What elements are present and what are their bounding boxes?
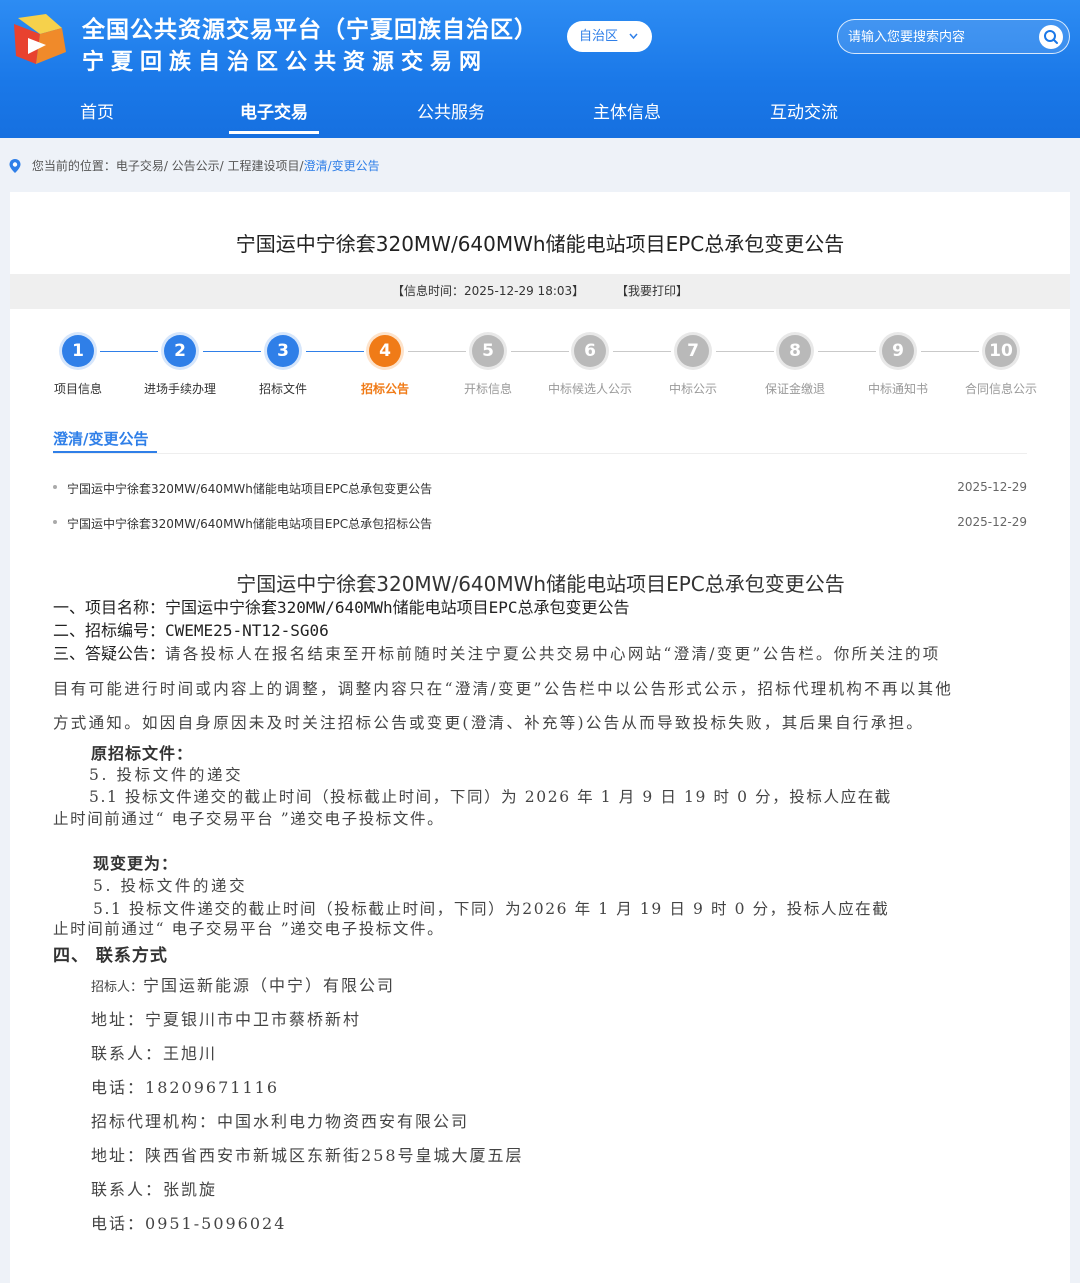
item-project-name: 一、项目名称：宁国运中宁徐套320MW/640MWh储能电站项目EPC总承包变更… <box>53 598 630 617</box>
site-header: 全国公共资源交易平台（宁夏回族自治区） 宁夏回族自治区公共资源交易网 自治区 首… <box>0 0 1080 138</box>
list-item[interactable]: 宁国运中宁徐套320MW/640MWh储能电站项目EPC总承包变更公告 2025… <box>53 478 1027 498</box>
step-4-circle[interactable]: 4 <box>369 335 401 367</box>
step-8-label[interactable]: 保证金缴退 <box>740 380 850 397</box>
step-6-circle[interactable]: 6 <box>574 335 606 367</box>
list-item-title[interactable]: 宁国运中宁徐套320MW/640MWh储能电站项目EPC总承包变更公告 <box>67 480 432 497</box>
step-3-label[interactable]: 招标文件 <box>228 380 338 397</box>
contact-tenderer: 招标人：宁国运新能源（中宁）有限公司 <box>91 976 396 995</box>
info-bar: 【信息时间：2025-12-29 18:03】 【我要打印】 <box>10 274 1070 309</box>
step-7-label[interactable]: 中标公示 <box>638 380 748 397</box>
step-5-label[interactable]: 开标信息 <box>433 380 543 397</box>
search-button[interactable] <box>1039 25 1063 49</box>
nav-entity-info[interactable]: 主体信息 <box>582 100 672 134</box>
nav-public-service[interactable]: 公共服务 <box>406 100 496 134</box>
contact-agency: 招标代理机构：中国水利电力物资西安有限公司 <box>91 1112 470 1131</box>
site-title-primary: 全国公共资源交易平台（宁夏回族自治区） <box>82 16 538 43</box>
step-1-circle[interactable]: 1 <box>62 335 94 367</box>
contact-agency-phone: 电话：0951-5096024 <box>91 1214 287 1233</box>
list-item-date: 2025-12-29 <box>957 515 1027 529</box>
region-select[interactable]: 自治区 <box>567 21 652 52</box>
step-5-circle[interactable]: 5 <box>472 335 504 367</box>
step-6-label[interactable]: 中标候选人公示 <box>535 380 645 397</box>
step-3-circle[interactable]: 3 <box>267 335 299 367</box>
print-link[interactable]: 【我要打印】 <box>616 284 688 298</box>
item-qa-line2: 目有可能进行时间或内容上的调整，调整内容只在“澄清/变更”公告栏中以公告形式公示… <box>53 680 954 698</box>
step-9-label[interactable]: 中标通知书 <box>843 380 953 397</box>
changed-section-5: 5. 投标文件的递交 <box>93 877 248 895</box>
breadcrumb: 您当前的位置：电子交易/ 公告公示/ 工程建设项目/澄清/变更公告 <box>8 157 380 174</box>
search-input[interactable] <box>848 27 1028 47</box>
step-4-label[interactable]: 招标公告 <box>330 380 440 397</box>
tab-clarification[interactable]: 澄清/变更公告 <box>53 428 148 449</box>
original-section-5-1-line2: 止时间前通过“ 电子交易平台 ”递交电子投标文件。 <box>53 810 445 828</box>
item-qa-line3: 方式通知。如因自身原因未及时关注招标公告或变更(澄清、补充等)公告从而导致投标失… <box>53 714 925 732</box>
changed-section-5-1-line2: 止时间前通过“ 电子交易平台 ”递交电子投标文件。 <box>53 920 445 938</box>
content-panel: 宁国运中宁徐套320MW/640MWh储能电站项目EPC总承包变更公告 【信息时… <box>10 192 1070 1283</box>
list-item-title[interactable]: 宁国运中宁徐套320MW/640MWh储能电站项目EPC总承包招标公告 <box>67 515 432 532</box>
document-title: 宁国运中宁徐套320MW/640MWh储能电站项目EPC总承包变更公告 <box>236 572 845 596</box>
site-title-secondary: 宁夏回族自治区公共资源交易网 <box>82 49 489 75</box>
contact-phone: 电话：18209671116 <box>91 1078 279 1097</box>
search-box <box>837 19 1070 54</box>
progress-steps: 1 2 3 4 5 6 7 8 9 10 项目信息 进场手续办理 招标文件 招标… <box>10 332 1070 402</box>
platform-logo[interactable] <box>10 12 70 70</box>
info-time: 【信息时间：2025-12-29 18:03】 <box>392 284 585 298</box>
original-section-5: 5. 投标文件的递交 <box>89 766 244 784</box>
contact-agency-person: 联系人：张凯旋 <box>91 1180 218 1199</box>
nav-e-trading[interactable]: 电子交易 <box>229 100 319 134</box>
original-heading: 原招标文件： <box>91 744 194 763</box>
step-2-circle[interactable]: 2 <box>164 335 196 367</box>
breadcrumb-path[interactable]: 您当前的位置：电子交易/ 公告公示/ 工程建设项目/ <box>32 159 304 173</box>
contact-address: 地址：宁夏银川市中卫市蔡桥新村 <box>91 1010 362 1029</box>
changed-section-5-1-line1: 5.1 投标文件递交的截止时间（投标截止时间，下同）为2026 年 1 月 19… <box>93 900 890 918</box>
region-select-value: 自治区 <box>579 29 619 44</box>
step-10-label[interactable]: 合同信息公示 <box>946 380 1056 397</box>
nav-home[interactable]: 首页 <box>52 100 142 134</box>
item-contact-heading: 四、 联系方式 <box>53 946 168 966</box>
contact-person: 联系人：王旭川 <box>91 1044 218 1063</box>
step-10-circle[interactable]: 10 <box>985 335 1017 367</box>
main-nav: 首页 电子交易 公共服务 主体信息 互动交流 <box>0 92 1080 138</box>
item-tender-number: 二、招标编号：CWEME25-NT12-SG06 <box>53 621 329 640</box>
step-8-circle[interactable]: 8 <box>779 335 811 367</box>
list-item[interactable]: 宁国运中宁徐套320MW/640MWh储能电站项目EPC总承包招标公告 2025… <box>53 513 1027 533</box>
changed-heading: 现变更为： <box>93 854 179 873</box>
breadcrumb-current[interactable]: 澄清/变更公告 <box>304 159 380 173</box>
step-9-circle[interactable]: 9 <box>882 335 914 367</box>
location-pin-icon <box>9 158 21 173</box>
nav-interaction[interactable]: 互动交流 <box>759 100 849 134</box>
list-item-date: 2025-12-29 <box>957 480 1027 494</box>
contact-agency-address: 地址：陕西省西安市新城区东新街258号皇城大厦五层 <box>91 1146 524 1165</box>
chevron-down-icon <box>629 21 638 65</box>
original-section-5-1-line1: 5.1 投标文件递交的截止时间（投标截止时间，下同）为 2026 年 1 月 9… <box>89 788 892 806</box>
item-qa-line1: 三、答疑公告：请各投标人在报名结束至开标前随时关注宁夏公共交易中心网站“澄清/变… <box>53 644 941 663</box>
step-2-label[interactable]: 进场手续办理 <box>125 380 235 397</box>
step-1-label[interactable]: 项目信息 <box>23 380 133 397</box>
page-title: 宁国运中宁徐套320MW/640MWh储能电站项目EPC总承包变更公告 <box>235 232 845 256</box>
search-icon <box>1044 30 1058 44</box>
step-7-circle[interactable]: 7 <box>677 335 709 367</box>
